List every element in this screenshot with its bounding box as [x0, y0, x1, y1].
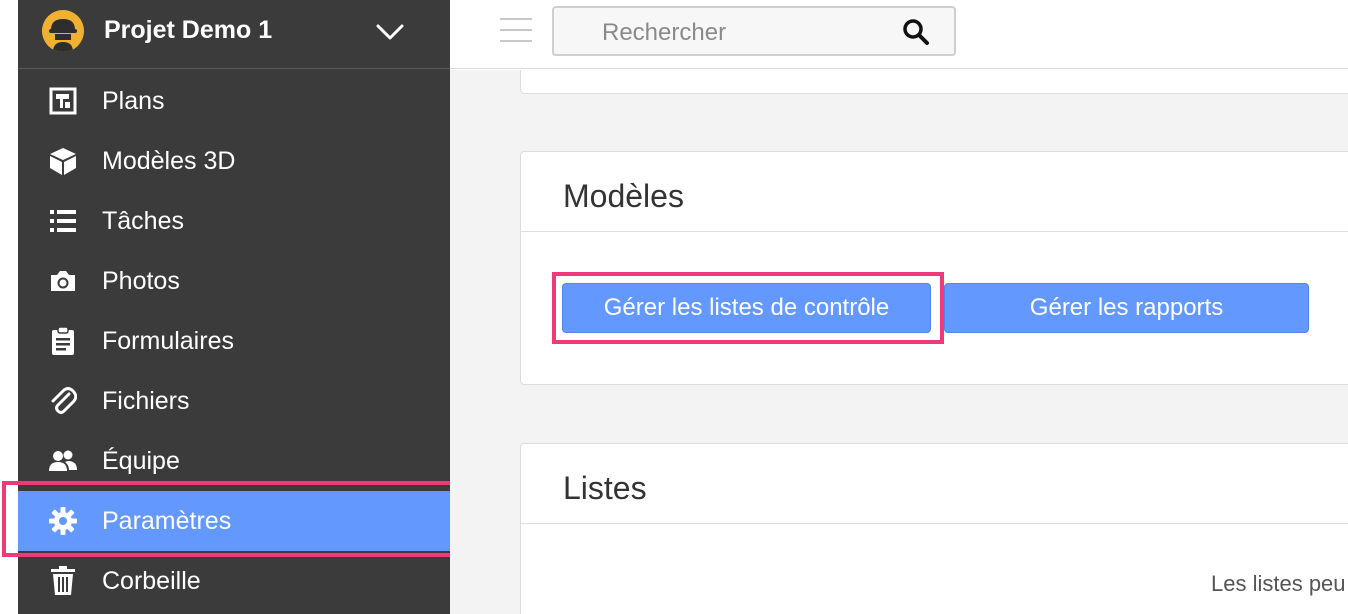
sidebar-item-label: Formulaires [102, 327, 234, 355]
sidebar-item-label: Tâches [102, 207, 184, 235]
clipboard-icon [48, 326, 78, 356]
manage-reports-button[interactable]: Gérer les rapports [944, 283, 1309, 333]
top-bar: Rechercher [450, 0, 1348, 69]
models-card: Modèles Gérer les listes de contrôle Gér… [520, 151, 1348, 385]
sidebar-item-forms[interactable]: Formulaires [18, 311, 450, 371]
hamburger-menu-icon[interactable] [500, 18, 532, 46]
plans-icon [48, 86, 78, 116]
paperclip-icon [48, 386, 78, 416]
task-list-icon [48, 206, 78, 236]
sidebar-item-files[interactable]: Fichiers [18, 371, 450, 431]
sidebar-item-label: Corbeille [102, 567, 201, 595]
sidebar-item-trash[interactable]: Corbeille [18, 551, 450, 611]
sidebar-item-plans[interactable]: Plans [18, 71, 450, 131]
highlight-settings-box [2, 481, 459, 557]
lists-card-title: Listes [563, 470, 647, 506]
chevron-down-icon[interactable] [372, 14, 408, 50]
divider [521, 523, 1348, 524]
search-input[interactable]: Rechercher [552, 6, 956, 56]
lists-info-text: Les listes peu [1211, 571, 1346, 596]
search-icon[interactable] [902, 18, 930, 46]
camera-icon [48, 266, 78, 296]
sidebar-item-label: Plans [102, 87, 165, 115]
sidebar-item-tasks[interactable]: Tâches [18, 191, 450, 251]
sidebar-item-3d-models[interactable]: Modèles 3D [18, 131, 450, 191]
search-placeholder: Rechercher [602, 19, 727, 46]
highlight-checklists-box [552, 272, 944, 344]
sidebar-item-photos[interactable]: Photos [18, 251, 450, 311]
trash-icon [48, 566, 78, 596]
project-selector[interactable]: Projet Demo 1 [18, 0, 450, 69]
previous-card [520, 70, 1348, 94]
divider [521, 231, 1348, 232]
team-icon [48, 446, 78, 476]
models-card-title: Modèles [563, 178, 684, 214]
sidebar-item-label: Fichiers [102, 387, 190, 415]
project-name: Projet Demo 1 [104, 16, 273, 44]
lists-card: Listes Les listes peu [520, 443, 1348, 614]
sidebar-item-label: Équipe [102, 447, 180, 475]
app-logo [42, 10, 84, 52]
cube-icon [48, 146, 78, 176]
sidebar-item-label: Photos [102, 267, 180, 295]
sidebar-item-label: Modèles 3D [102, 147, 236, 175]
